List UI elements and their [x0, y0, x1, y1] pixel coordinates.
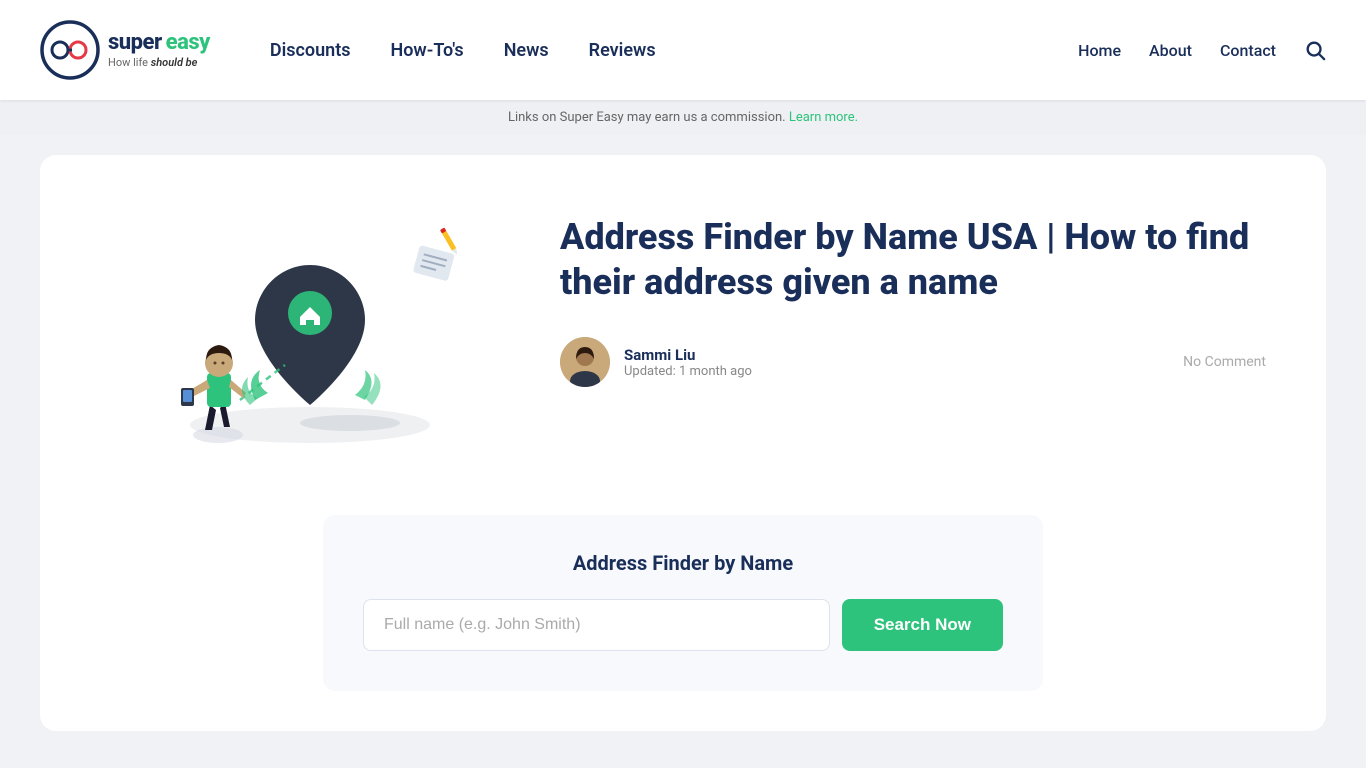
- search-toggle-button[interactable]: [1304, 39, 1326, 61]
- commission-bar: Links on Super Easy may earn us a commis…: [0, 100, 1366, 135]
- article-meta: Address Finder by Name USA | How to find…: [560, 195, 1266, 387]
- nav-news[interactable]: News: [504, 40, 549, 61]
- article-header: Address Finder by Name USA | How to find…: [100, 195, 1266, 475]
- author-updated: Updated: 1 month ago: [624, 364, 752, 379]
- main-nav: Discounts How-To's News Reviews: [270, 40, 1078, 61]
- search-now-button[interactable]: Search Now: [842, 599, 1003, 651]
- nav-contact[interactable]: Contact: [1220, 41, 1276, 60]
- article-illustration: [100, 195, 500, 475]
- author-name: Sammi Liu: [624, 346, 752, 364]
- article-card: Address Finder by Name USA | How to find…: [40, 155, 1326, 731]
- nav-about[interactable]: About: [1149, 41, 1192, 60]
- avatar-image: [560, 337, 610, 387]
- author-avatar: [560, 337, 610, 387]
- nav-home[interactable]: Home: [1078, 41, 1121, 60]
- no-comment-label: No Comment: [1183, 354, 1266, 370]
- name-search-input[interactable]: [363, 599, 830, 651]
- search-widget-title: Address Finder by Name: [363, 551, 1003, 575]
- nav-discounts[interactable]: Discounts: [270, 40, 351, 61]
- search-form: Search Now: [363, 599, 1003, 651]
- hero-illustration: [110, 205, 490, 465]
- author-row: Sammi Liu Updated: 1 month ago No Commen…: [560, 337, 1266, 387]
- nav-howtos[interactable]: How-To's: [391, 40, 464, 61]
- article-title: Address Finder by Name USA | How to find…: [560, 215, 1266, 305]
- search-icon: [1304, 39, 1326, 61]
- logo-easy: easy: [166, 30, 210, 55]
- commission-text: Links on Super Easy may earn us a commis…: [508, 110, 789, 125]
- author-details: Sammi Liu Updated: 1 month ago: [624, 346, 752, 379]
- search-widget: Address Finder by Name Search Now: [323, 515, 1043, 691]
- logo-icon: [40, 20, 100, 80]
- site-logo[interactable]: super easy How life should be: [40, 20, 210, 80]
- logo-tagline: How life should be: [108, 57, 210, 69]
- logo-super: super: [108, 30, 162, 55]
- right-nav: Home About Contact: [1078, 39, 1326, 61]
- nav-reviews[interactable]: Reviews: [589, 40, 656, 61]
- author-info: Sammi Liu Updated: 1 month ago: [560, 337, 752, 387]
- learn-more-link[interactable]: Learn more.: [789, 110, 858, 125]
- site-header: super easy How life should be Discounts …: [0, 0, 1366, 100]
